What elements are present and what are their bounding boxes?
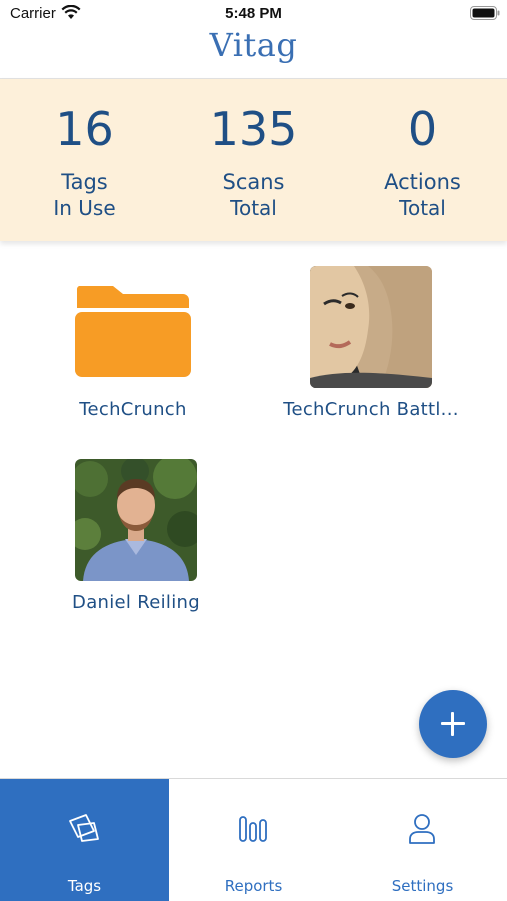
stats-panel: 16 Tags In Use 135 Scans Total 0 Actions…	[0, 79, 507, 241]
tab-reports[interactable]: Reports	[169, 779, 338, 901]
stat-sublabel: Total	[230, 196, 277, 220]
stat-label: Scans	[222, 170, 285, 194]
grid-item-techcrunch-battlefield[interactable]: TechCrunch Battl...	[271, 262, 471, 432]
tags-icon	[69, 814, 99, 842]
cartoon-thumbnail	[310, 266, 432, 388]
person-photo	[75, 459, 197, 581]
stat-value: 0	[407, 102, 438, 156]
stat-label: Actions	[384, 170, 461, 194]
tab-tags[interactable]: Tags	[0, 779, 169, 901]
stat-sublabel: In Use	[53, 196, 116, 220]
stat-sublabel: Total	[399, 196, 446, 220]
stat-label: Tags	[61, 170, 108, 194]
app-title: Vitag	[209, 26, 298, 64]
battery-icon	[470, 6, 500, 20]
stat-value: 16	[55, 102, 114, 156]
tab-label: Settings	[391, 877, 454, 895]
tab-settings[interactable]: Settings	[338, 779, 507, 901]
clock-time: 5:48 PM	[225, 5, 282, 22]
bars-icon	[239, 816, 267, 842]
item-label: Daniel Reiling	[72, 592, 200, 613]
grid-item-daniel-reiling[interactable]: Daniel Reiling	[36, 455, 236, 625]
status-bar: Carrier 5:48 PM	[0, 0, 507, 28]
tab-bar: Tags Reports Settings	[0, 778, 507, 901]
tab-label: Tags	[67, 877, 102, 895]
add-tag-button[interactable]	[419, 690, 487, 758]
user-icon	[409, 814, 435, 844]
tab-label: Reports	[224, 877, 283, 895]
item-label: TechCrunch Battl...	[283, 399, 459, 420]
folder-icon	[75, 286, 191, 377]
item-label: TechCrunch	[79, 399, 187, 420]
grid-item-techcrunch-folder[interactable]: TechCrunch	[33, 262, 233, 432]
stat-value: 135	[209, 102, 298, 156]
